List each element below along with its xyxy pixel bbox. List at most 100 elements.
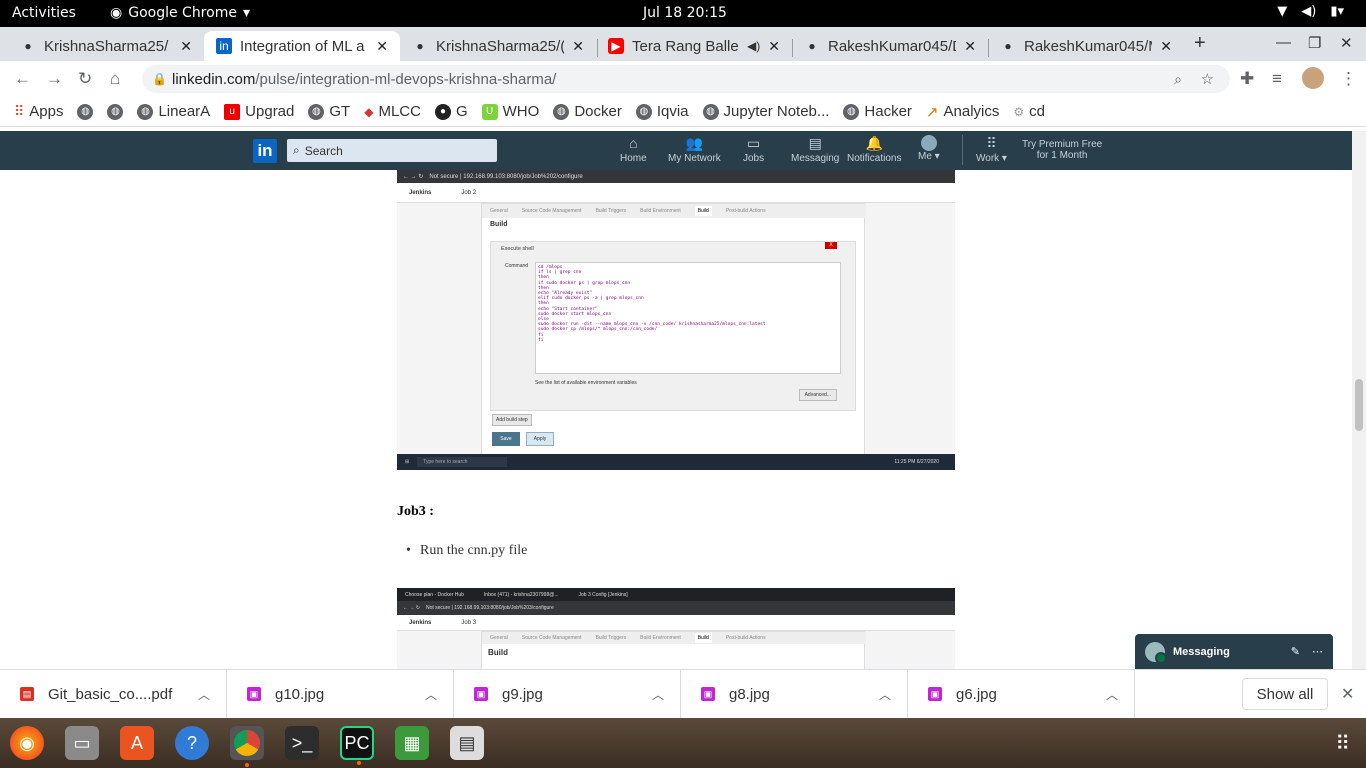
try-premium-link[interactable]: Try Premium Free for 1 Month xyxy=(1022,139,1102,161)
files-icon[interactable]: ▭ xyxy=(65,726,99,760)
nav-work[interactable]: ⠿ Work ▾ xyxy=(976,135,1007,164)
bookmark-hacker[interactable]: ◍ Hacker xyxy=(843,103,912,120)
nav-me[interactable]: Me ▾ xyxy=(918,135,940,162)
tab-youtube[interactable]: ▶ Tera Rang Balle ◀) ✕ xyxy=(596,31,792,61)
tab-github-1[interactable]: ● KrishnaSharma25/✕ xyxy=(8,31,204,61)
close-tab-icon[interactable]: ✕ xyxy=(376,38,388,55)
spreadsheet-icon[interactable]: ▦ xyxy=(395,726,429,760)
pycharm-icon[interactable]: PC xyxy=(340,726,374,765)
scrollbar-thumb[interactable] xyxy=(1355,379,1363,431)
download-item[interactable]: ▣ g6.jpg ︿ xyxy=(908,669,1135,719)
image-icon: ▣ xyxy=(474,687,488,701)
chevron-up-icon[interactable]: ︿ xyxy=(425,686,437,703)
activities-button[interactable]: Activities xyxy=(12,5,76,21)
close-tab-icon[interactable]: ✕ xyxy=(180,38,192,55)
help-icon[interactable]: ? xyxy=(175,726,209,760)
reload-button[interactable]: ↻ xyxy=(78,69,92,89)
media-control-icon[interactable]: ≡ xyxy=(1272,69,1282,89)
bookmark-lineara[interactable]: ◍ LinearA xyxy=(137,103,210,120)
software-center-icon[interactable]: A xyxy=(120,726,154,760)
globe-icon: ◍ xyxy=(77,103,94,120)
bookmark-1[interactable]: ◍ xyxy=(77,103,94,120)
show-apps-icon[interactable]: ⠿ xyxy=(1335,731,1350,756)
compose-icon[interactable]: ✎ xyxy=(1291,645,1300,658)
bookmark-gt[interactable]: ◍ GT xyxy=(308,103,350,120)
linkedin-icon: in xyxy=(216,38,232,54)
tab-github-3[interactable]: ● RakeshKumar045/D ✕ xyxy=(792,31,988,61)
app-menu[interactable]: ◉ Google Chrome ▾ xyxy=(110,5,250,21)
page-scrollbar[interactable] xyxy=(1352,131,1366,669)
audio-icon[interactable]: ◀) xyxy=(747,39,760,53)
bookmark-analyics[interactable]: ↗ Analyics xyxy=(926,103,999,121)
terminal-icon[interactable]: >_ xyxy=(285,726,319,760)
new-tab-button[interactable]: + xyxy=(1194,32,1206,55)
tab-bar: ● KrishnaSharma25/✕ in Integration of ML a… xyxy=(0,27,1366,61)
chrome-icon: ◉ xyxy=(110,5,123,21)
bookmark-2[interactable]: ◍ xyxy=(107,103,124,120)
close-tab-icon[interactable]: ✕ xyxy=(768,38,780,55)
show-all-button[interactable]: Show all xyxy=(1242,678,1328,710)
config-tabs: General Source Code Management Build Trigg… xyxy=(482,632,866,644)
download-item[interactable]: ▣ g10.jpg ︿ xyxy=(227,669,454,719)
nav-home[interactable]: ⌂ Home xyxy=(620,135,647,164)
bookmark-iqvia[interactable]: ◍ Iqvia xyxy=(635,103,689,120)
close-downloads-icon[interactable]: ✕ xyxy=(1341,684,1354,704)
tab-github-2[interactable]: ● KrishnaSharma25/(✕ xyxy=(400,31,596,61)
wifi-icon: ▼ xyxy=(1277,4,1288,19)
apps-grid-icon: ⠿ xyxy=(14,103,25,119)
image-icon: ▣ xyxy=(701,687,715,701)
nav-jobs[interactable]: ▭ Jobs xyxy=(743,135,764,164)
bookmark-cd[interactable]: ⚙ cd xyxy=(1013,103,1045,120)
nav-notifications[interactable]: 🔔 Notifications xyxy=(847,135,901,164)
who-icon: U xyxy=(481,103,498,120)
bookmark-who[interactable]: U WHO xyxy=(481,103,539,120)
globe-icon: ◍ xyxy=(553,103,570,120)
back-button[interactable]: ← xyxy=(14,69,31,89)
chevron-up-icon[interactable]: ︿ xyxy=(652,686,664,703)
system-tray[interactable]: ▼ ◀) ▮▾ xyxy=(1277,4,1344,19)
bookmark-star-icon[interactable]: ☆ xyxy=(1201,70,1214,88)
nav-my-network[interactable]: 👥 My Network xyxy=(668,135,721,164)
windows-icon: ⊞ xyxy=(405,459,410,465)
chrome-menu-icon[interactable]: ⋮ xyxy=(1340,69,1357,89)
address-bar[interactable]: 🔒 linkedin.com/pulse/integration-ml-devo… xyxy=(142,65,1230,93)
bookmark-jupyter[interactable]: ◍ Jupyter Noteb... xyxy=(702,103,829,120)
chevron-up-icon[interactable]: ︿ xyxy=(1106,686,1118,703)
toolbar: ← → ↻ ⌂ 🔒 linkedin.com/pulse/integration… xyxy=(0,61,1366,97)
download-item[interactable]: ▣ g9.jpg ︿ xyxy=(454,669,681,719)
downloads-bar: ▤ Git_basic_co....pdf ︿ ▣ g10.jpg ︿ ▣ g9.jpg ︿… xyxy=(0,669,1366,719)
search-input[interactable]: ⌕ Search xyxy=(287,139,497,162)
forward-button[interactable]: → xyxy=(46,69,63,89)
more-icon[interactable]: ⋯ xyxy=(1312,645,1323,658)
chevron-up-icon[interactable]: ︿ xyxy=(879,686,891,703)
firefox-icon[interactable]: ◉ xyxy=(10,726,44,760)
close-tab-icon[interactable]: ✕ xyxy=(572,38,584,55)
bookmark-mlcc[interactable]: ◆ MLCC xyxy=(364,103,421,120)
maximize-button[interactable]: ❐ xyxy=(1308,34,1321,52)
close-window-button[interactable]: ✕ xyxy=(1340,34,1353,52)
clock[interactable]: Jul 18 20:15 xyxy=(643,5,727,21)
chevron-up-icon[interactable]: ︿ xyxy=(198,686,210,703)
zoom-icon[interactable]: ⌕ xyxy=(1174,71,1182,88)
linkedin-logo[interactable]: in xyxy=(253,139,277,163)
tab-linkedin-active[interactable]: in Integration of ML a ✕ xyxy=(204,31,400,61)
nav-messaging[interactable]: ▤ Messaging xyxy=(791,135,839,164)
download-item[interactable]: ▣ g8.jpg ︿ xyxy=(681,669,908,719)
home-button[interactable]: ⌂ xyxy=(110,69,120,89)
profile-avatar[interactable] xyxy=(1302,67,1324,89)
tab-github-4[interactable]: ● RakeshKumar045/M ✕ xyxy=(988,31,1184,61)
close-tab-icon[interactable]: ✕ xyxy=(1160,38,1172,55)
close-tab-icon[interactable]: ✕ xyxy=(964,38,976,55)
message-icon: ▤ xyxy=(808,135,822,151)
bookmark-upgrad[interactable]: u Upgrad xyxy=(224,103,294,120)
bookmark-docker[interactable]: ◍ Docker xyxy=(553,103,622,120)
screenshot-icon[interactable]: ▤ xyxy=(450,726,484,760)
bookmark-apps[interactable]: ⠿ Apps xyxy=(14,103,63,120)
extensions-icon[interactable]: ✚ xyxy=(1240,69,1254,89)
jenkins-breadcrumb: Jenkins Job 2 xyxy=(397,183,955,203)
messaging-popup[interactable]: Messaging ✎ ⋯ xyxy=(1135,634,1333,669)
download-item[interactable]: ▤ Git_basic_co....pdf ︿ xyxy=(0,669,227,719)
bookmark-g[interactable]: ● G xyxy=(434,103,468,120)
chrome-icon[interactable] xyxy=(230,726,264,767)
minimize-button[interactable]: — xyxy=(1276,34,1291,51)
